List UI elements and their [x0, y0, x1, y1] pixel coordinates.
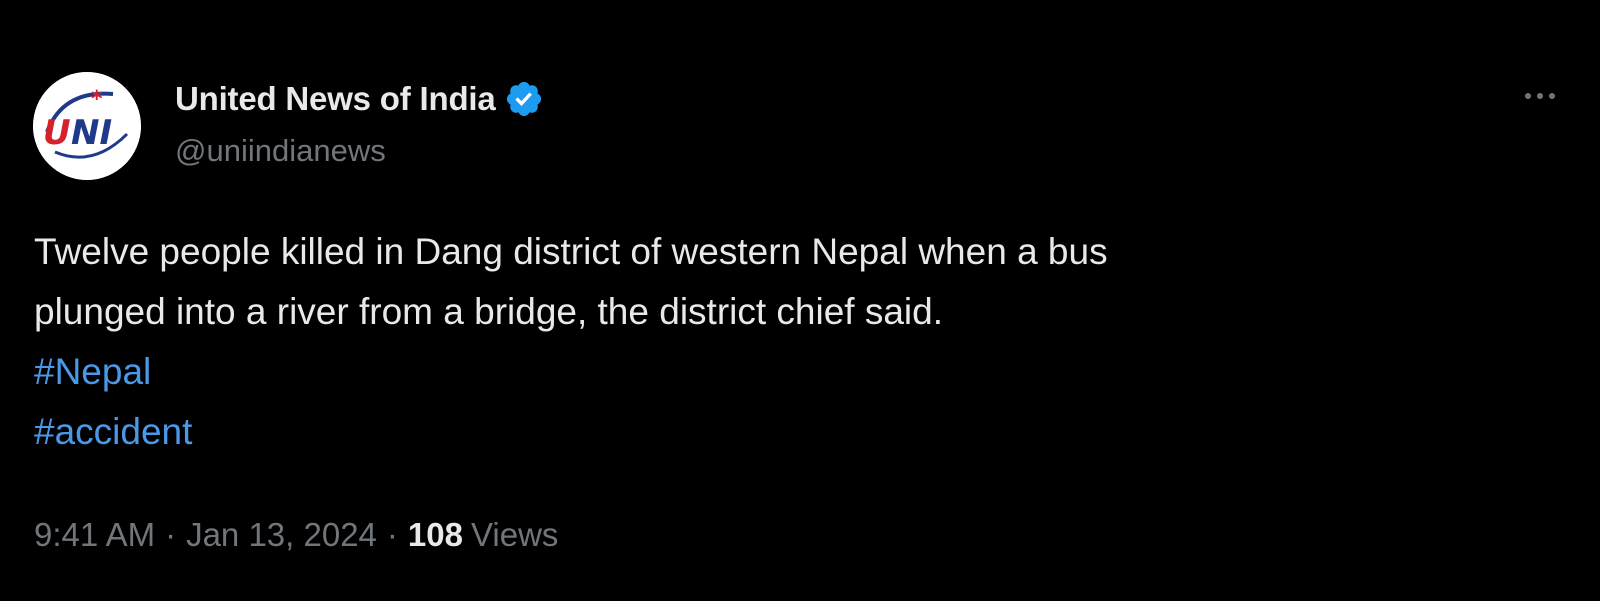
author-name-row[interactable]: United News of India — [175, 77, 544, 121]
more-options-icon[interactable] — [1518, 78, 1562, 114]
tweet-text-line: plunged into a river from a bridge, the … — [34, 291, 944, 332]
svg-text:U: U — [43, 113, 71, 153]
svg-text:*: * — [91, 87, 103, 112]
tweet-time[interactable]: 9:41 AM — [34, 516, 155, 554]
tweet-text: Twelve people killed in Dang district of… — [34, 222, 1434, 462]
tweet-meta: 9:41 AM · Jan 13, 2024 · 108 Views — [34, 516, 558, 554]
verified-badge-icon[interactable] — [504, 79, 544, 119]
views-label[interactable]: Views — [471, 516, 558, 554]
separator: · — [386, 516, 398, 553]
avatar[interactable]: * U NI — [33, 72, 141, 180]
views-count[interactable]: 108 — [408, 516, 463, 554]
separator: · — [165, 516, 177, 553]
uni-logo-icon: * U NI — [33, 72, 141, 180]
hashtag-link-nepal[interactable]: #Nepal — [34, 342, 1434, 402]
tweet-date[interactable]: Jan 13, 2024 — [186, 516, 377, 554]
hashtag-link-accident[interactable]: #accident — [34, 402, 1434, 462]
svg-text:NI: NI — [71, 113, 112, 153]
author-display-name[interactable]: United News of India — [175, 80, 496, 118]
tweet-text-line: Twelve people killed in Dang district of… — [34, 231, 1108, 272]
author-handle[interactable]: @uniindianews — [175, 133, 386, 169]
tweet-card: * U NI United News of India @uniindianew… — [0, 0, 1600, 601]
